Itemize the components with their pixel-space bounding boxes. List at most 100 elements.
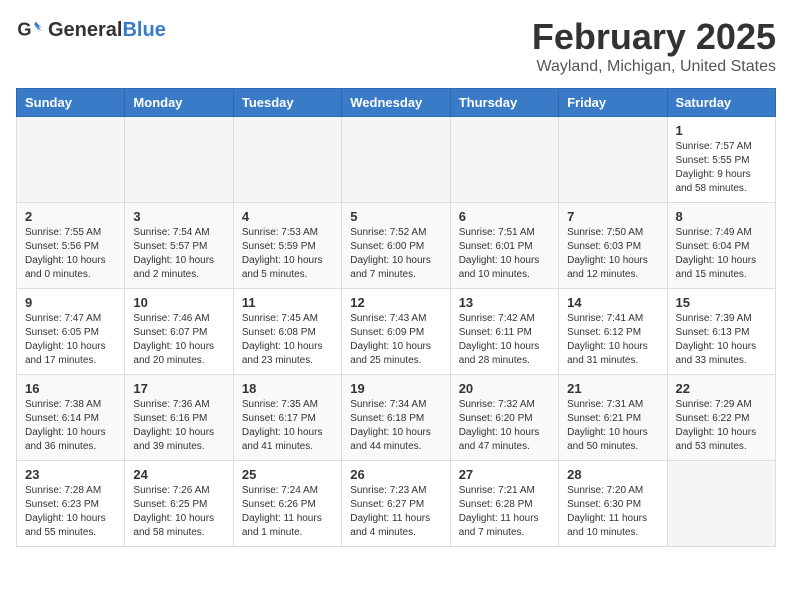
day-number: 3 xyxy=(133,209,224,224)
day-info: Sunrise: 7:53 AM Sunset: 5:59 PM Dayligh… xyxy=(242,226,333,282)
calendar-day-2: 2 Sunrise: 7:55 AM Sunset: 5:56 PM Daylig… xyxy=(17,203,125,289)
calendar-day-28: 28 Sunrise: 7:20 AM Sunset: 6:30 PM Dayli… xyxy=(559,461,667,547)
day-info: Sunrise: 7:24 AM Sunset: 6:26 PM Dayligh… xyxy=(242,484,333,540)
day-info: Sunrise: 7:34 AM Sunset: 6:18 PM Dayligh… xyxy=(350,398,441,454)
calendar-day-10: 10 Sunrise: 7:46 AM Sunset: 6:07 PM Dayli… xyxy=(125,289,233,375)
day-number: 12 xyxy=(350,295,441,310)
calendar-week-row: 2 Sunrise: 7:55 AM Sunset: 5:56 PM Daylig… xyxy=(17,203,776,289)
day-number: 17 xyxy=(133,381,224,396)
empty-day xyxy=(450,117,558,203)
day-number: 22 xyxy=(676,381,767,396)
day-number: 4 xyxy=(242,209,333,224)
title-section: February 2025 Wayland, Michigan, United … xyxy=(532,16,776,76)
day-info: Sunrise: 7:32 AM Sunset: 6:20 PM Dayligh… xyxy=(459,398,550,454)
logo: G GeneralBlue xyxy=(16,16,166,44)
calendar-day-18: 18 Sunrise: 7:35 AM Sunset: 6:17 PM Dayli… xyxy=(233,375,341,461)
day-number: 14 xyxy=(567,295,658,310)
day-info: Sunrise: 7:49 AM Sunset: 6:04 PM Dayligh… xyxy=(676,226,767,282)
weekday-header-wednesday: Wednesday xyxy=(342,89,450,117)
svg-text:G: G xyxy=(17,20,31,40)
calendar-day-5: 5 Sunrise: 7:52 AM Sunset: 6:00 PM Daylig… xyxy=(342,203,450,289)
calendar-day-11: 11Sunrise: 7:45 AM Sunset: 6:08 PM Dayli… xyxy=(233,289,341,375)
weekday-header-sunday: Sunday xyxy=(17,89,125,117)
day-info: Sunrise: 7:52 AM Sunset: 6:00 PM Dayligh… xyxy=(350,226,441,282)
day-number: 21 xyxy=(567,381,658,396)
day-info: Sunrise: 7:39 AM Sunset: 6:13 PM Dayligh… xyxy=(676,312,767,368)
calendar-week-row: 1 Sunrise: 7:57 AM Sunset: 5:55 PM Daylig… xyxy=(17,117,776,203)
weekday-header-friday: Friday xyxy=(559,89,667,117)
calendar-day-20: 20 Sunrise: 7:32 AM Sunset: 6:20 PM Dayli… xyxy=(450,375,558,461)
day-number: 13 xyxy=(459,295,550,310)
day-number: 24 xyxy=(133,467,224,482)
day-number: 25 xyxy=(242,467,333,482)
calendar-day-7: 7 Sunrise: 7:50 AM Sunset: 6:03 PM Daylig… xyxy=(559,203,667,289)
day-number: 28 xyxy=(567,467,658,482)
logo-blue: Blue xyxy=(122,19,165,41)
day-info: Sunrise: 7:28 AM Sunset: 6:23 PM Dayligh… xyxy=(25,484,116,540)
day-info: Sunrise: 7:42 AM Sunset: 6:11 PM Dayligh… xyxy=(459,312,550,368)
calendar-week-row: 9Sunrise: 7:47 AM Sunset: 6:05 PM Daylig… xyxy=(17,289,776,375)
day-info: Sunrise: 7:47 AM Sunset: 6:05 PM Dayligh… xyxy=(25,312,116,368)
calendar-day-26: 26 Sunrise: 7:23 AM Sunset: 6:27 PM Dayli… xyxy=(342,461,450,547)
day-info: Sunrise: 7:43 AM Sunset: 6:09 PM Dayligh… xyxy=(350,312,441,368)
calendar-day-27: 27 Sunrise: 7:21 AM Sunset: 6:28 PM Dayli… xyxy=(450,461,558,547)
calendar-day-13: 13 Sunrise: 7:42 AM Sunset: 6:11 PM Dayli… xyxy=(450,289,558,375)
weekday-header-row: SundayMondayTuesdayWednesdayThursdayFrid… xyxy=(17,89,776,117)
day-number: 26 xyxy=(350,467,441,482)
day-number: 15 xyxy=(676,295,767,310)
day-number: 16 xyxy=(25,381,116,396)
calendar-day-25: 25 Sunrise: 7:24 AM Sunset: 6:26 PM Dayli… xyxy=(233,461,341,547)
day-number: 5 xyxy=(350,209,441,224)
logo-icon: G xyxy=(16,16,44,44)
empty-day xyxy=(559,117,667,203)
calendar-day-8: 8Sunrise: 7:49 AM Sunset: 6:04 PM Daylig… xyxy=(667,203,775,289)
calendar-day-3: 3 Sunrise: 7:54 AM Sunset: 5:57 PM Daylig… xyxy=(125,203,233,289)
calendar-table: SundayMondayTuesdayWednesdayThursdayFrid… xyxy=(16,88,776,547)
day-number: 18 xyxy=(242,381,333,396)
day-info: Sunrise: 7:55 AM Sunset: 5:56 PM Dayligh… xyxy=(25,226,116,282)
calendar-day-14: 14 Sunrise: 7:41 AM Sunset: 6:12 PM Dayli… xyxy=(559,289,667,375)
calendar-day-23: 23 Sunrise: 7:28 AM Sunset: 6:23 PM Dayli… xyxy=(17,461,125,547)
calendar-day-15: 15 Sunrise: 7:39 AM Sunset: 6:13 PM Dayli… xyxy=(667,289,775,375)
day-info: Sunrise: 7:51 AM Sunset: 6:01 PM Dayligh… xyxy=(459,226,550,282)
day-info: Sunrise: 7:20 AM Sunset: 6:30 PM Dayligh… xyxy=(567,484,658,540)
day-number: 7 xyxy=(567,209,658,224)
day-info: Sunrise: 7:46 AM Sunset: 6:07 PM Dayligh… xyxy=(133,312,224,368)
calendar-day-4: 4 Sunrise: 7:53 AM Sunset: 5:59 PM Daylig… xyxy=(233,203,341,289)
day-info: Sunrise: 7:23 AM Sunset: 6:27 PM Dayligh… xyxy=(350,484,441,540)
empty-day xyxy=(17,117,125,203)
day-info: Sunrise: 7:35 AM Sunset: 6:17 PM Dayligh… xyxy=(242,398,333,454)
day-info: Sunrise: 7:41 AM Sunset: 6:12 PM Dayligh… xyxy=(567,312,658,368)
calendar-day-21: 21 Sunrise: 7:31 AM Sunset: 6:21 PM Dayli… xyxy=(559,375,667,461)
day-number: 10 xyxy=(133,295,224,310)
empty-day xyxy=(667,461,775,547)
weekday-header-thursday: Thursday xyxy=(450,89,558,117)
calendar-day-19: 19Sunrise: 7:34 AM Sunset: 6:18 PM Dayli… xyxy=(342,375,450,461)
day-info: Sunrise: 7:57 AM Sunset: 5:55 PM Dayligh… xyxy=(676,140,767,196)
day-info: Sunrise: 7:21 AM Sunset: 6:28 PM Dayligh… xyxy=(459,484,550,540)
page-header: G GeneralBlue February 2025 Wayland, Mic… xyxy=(16,16,776,76)
day-info: Sunrise: 7:36 AM Sunset: 6:16 PM Dayligh… xyxy=(133,398,224,454)
day-number: 20 xyxy=(459,381,550,396)
calendar-day-24: 24 Sunrise: 7:26 AM Sunset: 6:25 PM Dayli… xyxy=(125,461,233,547)
weekday-header-tuesday: Tuesday xyxy=(233,89,341,117)
day-info: Sunrise: 7:26 AM Sunset: 6:25 PM Dayligh… xyxy=(133,484,224,540)
calendar-day-16: 16Sunrise: 7:38 AM Sunset: 6:14 PM Dayli… xyxy=(17,375,125,461)
day-number: 27 xyxy=(459,467,550,482)
calendar-day-22: 22Sunrise: 7:29 AM Sunset: 6:22 PM Dayli… xyxy=(667,375,775,461)
empty-day xyxy=(342,117,450,203)
day-info: Sunrise: 7:54 AM Sunset: 5:57 PM Dayligh… xyxy=(133,226,224,282)
day-info: Sunrise: 7:31 AM Sunset: 6:21 PM Dayligh… xyxy=(567,398,658,454)
day-number: 23 xyxy=(25,467,116,482)
calendar-day-1: 1 Sunrise: 7:57 AM Sunset: 5:55 PM Daylig… xyxy=(667,117,775,203)
day-number: 2 xyxy=(25,209,116,224)
logo-general: General xyxy=(48,19,122,41)
calendar-day-17: 17 Sunrise: 7:36 AM Sunset: 6:16 PM Dayli… xyxy=(125,375,233,461)
weekday-header-saturday: Saturday xyxy=(667,89,775,117)
empty-day xyxy=(233,117,341,203)
main-title: February 2025 xyxy=(532,16,776,58)
day-info: Sunrise: 7:50 AM Sunset: 6:03 PM Dayligh… xyxy=(567,226,658,282)
calendar-week-row: 23 Sunrise: 7:28 AM Sunset: 6:23 PM Dayli… xyxy=(17,461,776,547)
day-number: 6 xyxy=(459,209,550,224)
day-number: 1 xyxy=(676,123,767,138)
